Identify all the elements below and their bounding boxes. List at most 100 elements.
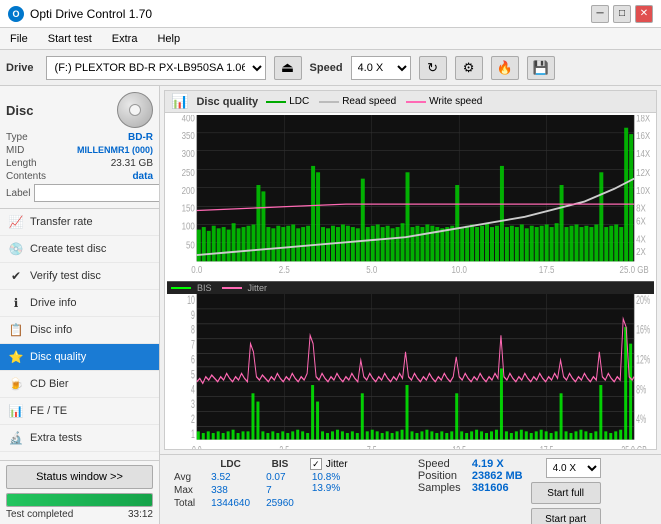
ldc-label: LDC (289, 96, 309, 107)
max-label: Max (166, 484, 203, 497)
maximize-button[interactable]: □ (613, 5, 631, 23)
svg-text:0.0: 0.0 (192, 444, 202, 450)
drive-label: Drive (6, 62, 34, 74)
sidebar-item-label: Disc info (30, 324, 72, 336)
speed-stat-val: 4.19 X (472, 458, 522, 470)
sidebar-item-drive-info[interactable]: ℹ Drive info (0, 290, 159, 317)
app-icon: O (8, 6, 24, 22)
table-row-total: Total 1344640 25960 (166, 497, 302, 510)
eject-button[interactable]: ⏏ (274, 56, 302, 80)
menu-help[interactable]: Help (153, 32, 184, 46)
settings-button[interactable]: ⚙ (455, 56, 483, 80)
menu-start-test[interactable]: Start test (44, 32, 96, 46)
sidebar-item-disc-quality[interactable]: ⭐ Disc quality (0, 344, 159, 371)
svg-text:17.5: 17.5 (539, 264, 554, 275)
disc-mid-val: MILLENMR1 (000) (77, 145, 153, 156)
samples-val: 381606 (472, 482, 522, 494)
menu-extra[interactable]: Extra (108, 32, 142, 46)
sidebar-item-fe-te[interactable]: 📊 FE / TE (0, 398, 159, 425)
speed-select[interactable]: 4.0 X (351, 56, 411, 80)
progress-area: Test completed 33:12 (6, 493, 153, 520)
title-controls[interactable]: ─ □ ✕ (591, 5, 653, 23)
sidebar-item-disc-info[interactable]: 📋 Disc info (0, 317, 159, 344)
svg-text:4%: 4% (636, 413, 646, 426)
disc-type-row: Type BD-R (6, 132, 153, 143)
svg-text:10: 10 (187, 294, 195, 307)
svg-text:25.0 GB: 25.0 GB (621, 444, 647, 450)
jitter-section: ✓ Jitter 10.8% 13.9% (310, 458, 410, 494)
svg-text:20%: 20% (636, 294, 650, 307)
start-part-button[interactable]: Start part (531, 508, 601, 524)
svg-text:4: 4 (191, 383, 195, 396)
sidebar-item-verify-test-disc[interactable]: ✔ Verify test disc (0, 263, 159, 290)
jitter-avg-row: 10.8% (312, 472, 410, 483)
disc-contents-val: data (132, 171, 153, 182)
drive-info-icon: ℹ (8, 295, 24, 311)
svg-text:14X: 14X (636, 148, 650, 159)
disc-length-key: Length (6, 158, 37, 169)
svg-text:200: 200 (182, 185, 195, 196)
stats-table: LDC BIS Avg 3.52 0.07 Max 338 (166, 458, 302, 510)
ldc-color (266, 101, 286, 103)
svg-text:50: 50 (186, 240, 195, 251)
disc-label-input[interactable] (34, 184, 160, 202)
minimize-button[interactable]: ─ (591, 5, 609, 23)
cd-bier-icon: 🍺 (8, 376, 24, 392)
samples-label: Samples (418, 482, 468, 494)
svg-text:400: 400 (182, 115, 195, 124)
svg-text:4X: 4X (636, 233, 646, 244)
menu-bar: File Start test Extra Help (0, 28, 661, 50)
svg-text:5: 5 (191, 368, 195, 381)
samples-row: Samples 381606 (418, 482, 523, 494)
svg-text:2.5: 2.5 (279, 264, 290, 275)
svg-text:250: 250 (182, 167, 195, 178)
start-full-button[interactable]: Start full (531, 482, 601, 504)
time-text: 33:12 (128, 509, 153, 520)
svg-text:25.0 GB: 25.0 GB (620, 264, 649, 275)
content-area: 📊 Disc quality LDC Read speed Write spee… (160, 86, 661, 524)
save-button[interactable]: 💾 (527, 56, 555, 80)
transfer-rate-icon: 📈 (8, 214, 24, 230)
position-row: Position 23862 MB (418, 470, 523, 482)
disc-info-panel: Disc Type BD-R MID MILLENMR1 (000) Lengt… (0, 86, 159, 209)
sidebar-item-label: Transfer rate (30, 216, 93, 228)
max-bis: 7 (258, 484, 302, 497)
menu-file[interactable]: File (6, 32, 32, 46)
sidebar-item-cd-bier[interactable]: 🍺 CD Bier (0, 371, 159, 398)
header-ldc: LDC (203, 458, 258, 471)
chart-legend: LDC Read speed Write speed (266, 96, 482, 107)
stats-bar: LDC BIS Avg 3.52 0.07 Max 338 (160, 454, 661, 524)
svg-text:6: 6 (191, 353, 195, 366)
legend-read-speed: Read speed (319, 96, 396, 107)
jitter-checkbox[interactable]: ✓ (310, 458, 322, 470)
svg-text:2: 2 (191, 413, 195, 426)
disc-info-icon: 📋 (8, 322, 24, 338)
status-window-button[interactable]: Status window >> (6, 465, 153, 489)
svg-text:2.5: 2.5 (279, 444, 289, 450)
verify-test-disc-icon: ✔ (8, 268, 24, 284)
svg-text:9: 9 (191, 309, 195, 322)
title-bar-left: O Opti Drive Control 1.70 (8, 6, 152, 22)
avg-label: Avg (166, 471, 203, 484)
max-ldc: 338 (203, 484, 258, 497)
svg-text:300: 300 (182, 148, 195, 159)
burn-button[interactable]: 🔥 (491, 56, 519, 80)
svg-text:10.0: 10.0 (451, 264, 466, 275)
speed-select-sm[interactable]: 4.0 X (546, 458, 601, 478)
progress-bar-background (6, 493, 153, 507)
total-label: Total (166, 497, 203, 510)
disc-contents-row: Contents data (6, 171, 153, 182)
disc-icon (117, 92, 153, 128)
close-button[interactable]: ✕ (635, 5, 653, 23)
sidebar-item-label: FE / TE (30, 405, 67, 417)
sidebar-item-extra-tests[interactable]: 🔬 Extra tests (0, 425, 159, 452)
svg-text:1: 1 (191, 428, 195, 441)
disc-contents-key: Contents (6, 171, 46, 182)
svg-text:6X: 6X (636, 216, 646, 227)
charts-container: 400 350 300 250 200 150 100 50 18X 16X 1… (165, 113, 656, 449)
disc-info-header: Disc (6, 92, 153, 128)
sidebar-item-transfer-rate[interactable]: 📈 Transfer rate (0, 209, 159, 236)
drive-select[interactable]: (F:) PLEXTOR BD-R PX-LB950SA 1.06 (46, 56, 266, 80)
sidebar-item-create-test-disc[interactable]: 💿 Create test disc (0, 236, 159, 263)
refresh-button[interactable]: ↻ (419, 56, 447, 80)
